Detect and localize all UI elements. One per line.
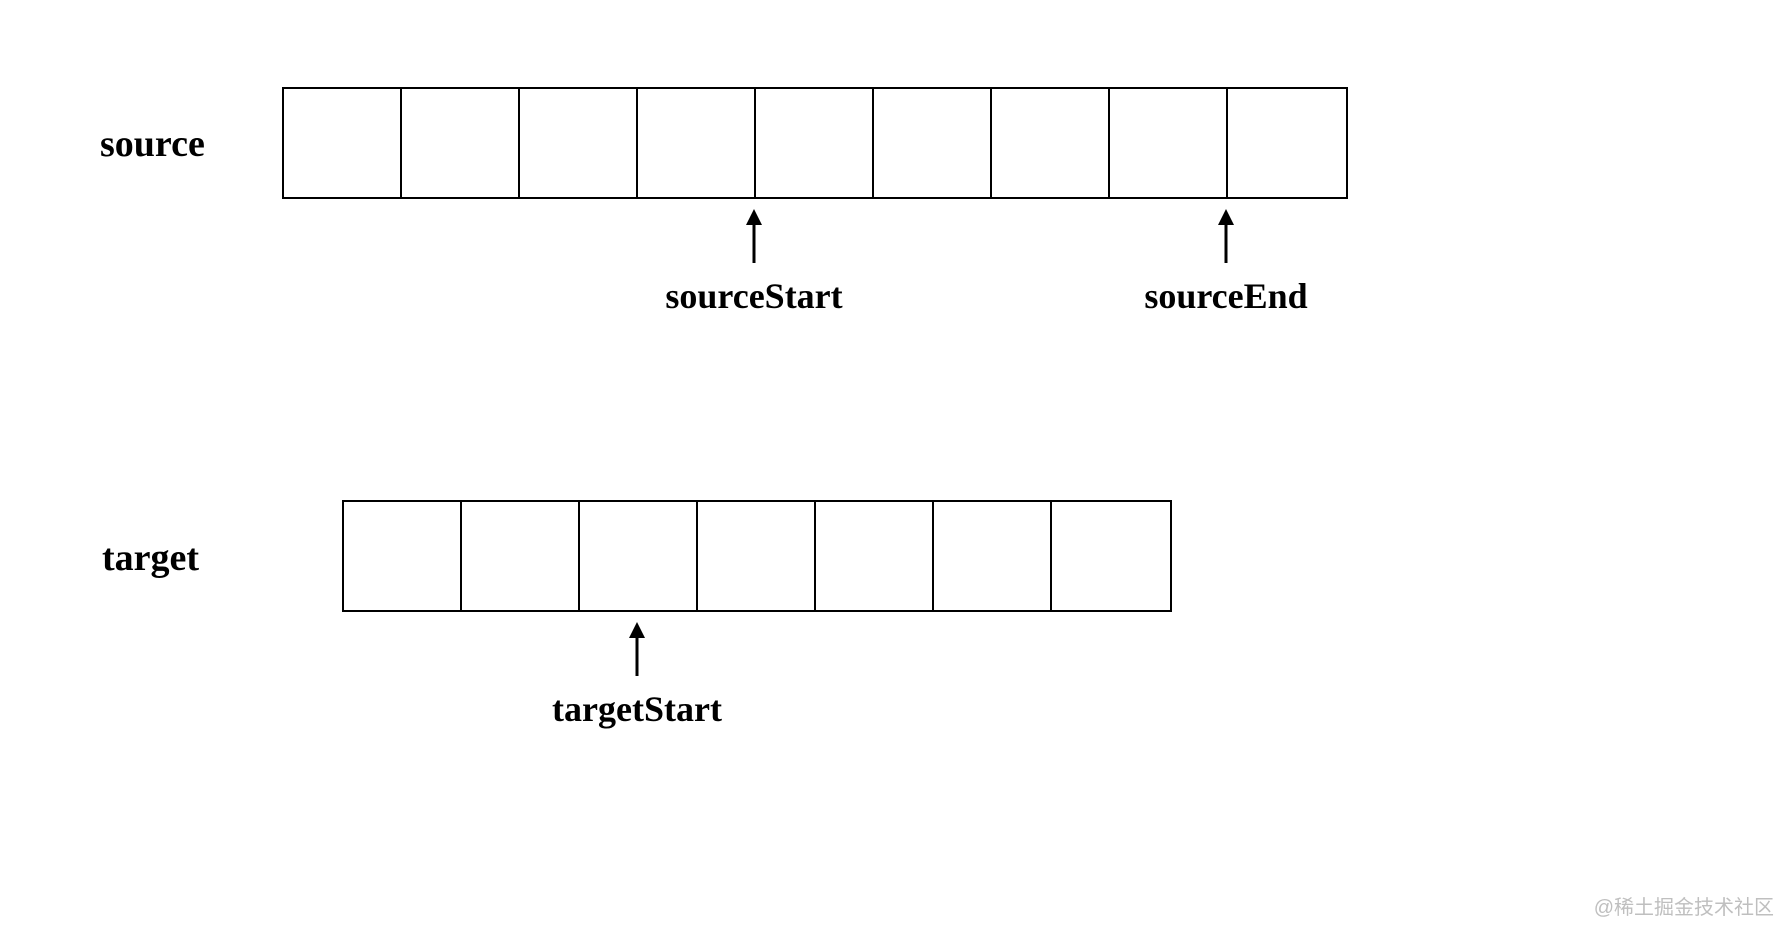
target-array xyxy=(342,500,1172,612)
source-cell xyxy=(1228,89,1346,197)
target-cell xyxy=(1052,502,1170,610)
source-cell xyxy=(520,89,638,197)
target-cell xyxy=(698,502,816,610)
source-array xyxy=(282,87,1348,199)
watermark: @稀土掘金技术社区 xyxy=(1594,891,1774,920)
target-cell xyxy=(344,502,462,610)
target-cell xyxy=(462,502,580,610)
source-label: source xyxy=(100,122,205,166)
source-cell xyxy=(756,89,874,197)
source-cell xyxy=(638,89,756,197)
source-cell xyxy=(402,89,520,197)
pointer-label: sourceStart xyxy=(665,275,842,317)
source-cell xyxy=(874,89,992,197)
pointer-label: sourceEnd xyxy=(1144,275,1307,317)
target-cell xyxy=(934,502,1052,610)
source-cell xyxy=(284,89,402,197)
source-cell xyxy=(1110,89,1228,197)
source-cell xyxy=(992,89,1110,197)
pointer-label: targetStart xyxy=(552,688,722,730)
target-cell xyxy=(580,502,698,610)
target-cell xyxy=(816,502,934,610)
target-label: target xyxy=(102,536,199,580)
